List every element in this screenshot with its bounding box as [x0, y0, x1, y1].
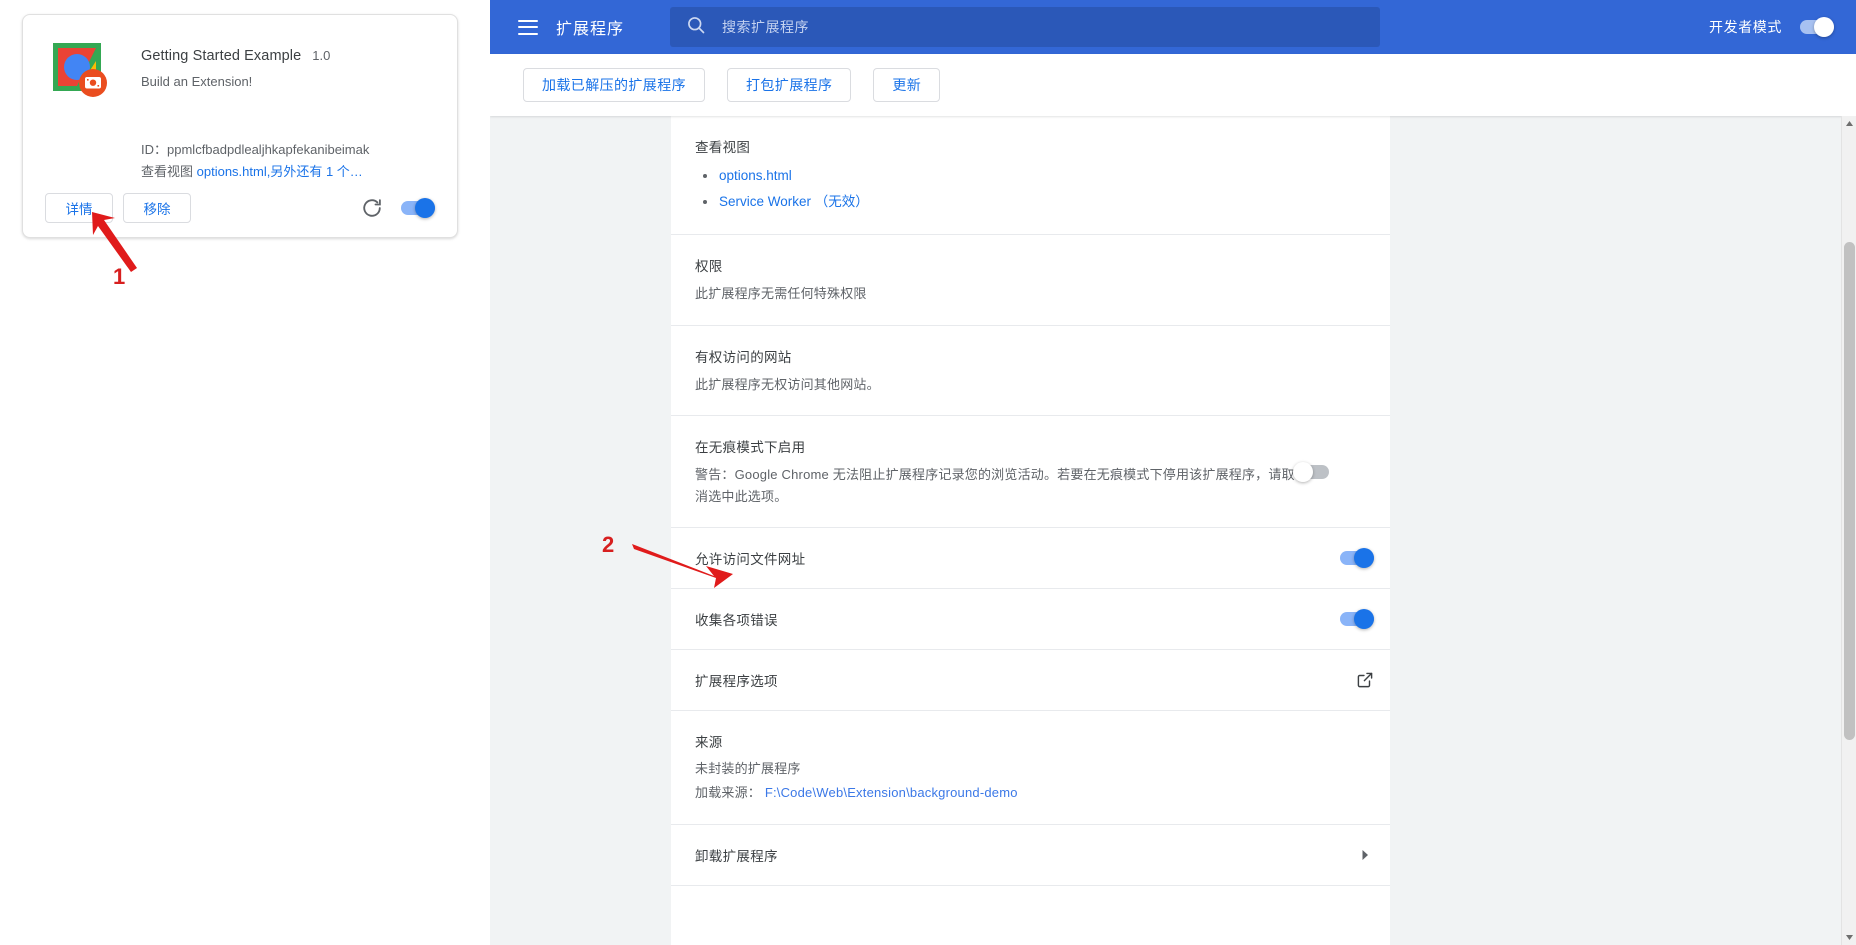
extension-id-label: ID： — [141, 142, 168, 157]
view-item-suffix: （无效） — [814, 193, 869, 209]
uninstall-title: 卸载扩展程序 — [695, 848, 778, 864]
row-file-urls: 允许访问文件网址 — [671, 528, 1390, 590]
extension-views-label: 查看视图 — [141, 164, 194, 179]
extension-version: 1.0 — [312, 48, 331, 63]
view-item-label: options.html — [719, 168, 792, 183]
source-path-value: F:\Code\Web\Extension\background-demo — [764, 785, 1018, 801]
incognito-toggle[interactable] — [1293, 461, 1329, 482]
extension-detail-card: 查看视图 options.html Service Worker （无效） 权限 — [671, 116, 1390, 945]
row-views: 查看视图 options.html Service Worker （无效） — [671, 116, 1390, 236]
collect-errors-textcol: 收集各项错误 — [695, 609, 1340, 629]
views-textcol: 查看视图 options.html Service Worker （无效） — [695, 136, 1366, 214]
view-item-service-worker[interactable]: Service Worker （无效） — [695, 189, 1366, 215]
extension-title-row: Getting Started Example 1.0 — [141, 48, 330, 64]
toggle-knob — [1293, 461, 1313, 482]
extension-card: Getting Started Example 1.0 Build an Ext… — [22, 14, 458, 238]
site-access-text: 此扩展程序无权访问其他网站。 — [695, 376, 880, 392]
extensions-page: 扩展程序 开发者模式 加载已解压的扩展程序 打包扩展程序 更新 — [490, 0, 1856, 945]
source-path-line: 加载来源： F:\Code\Web\Extension\background-d… — [695, 782, 1366, 803]
toggle-knob — [1814, 17, 1834, 37]
row-extension-options[interactable]: 扩展程序选项 — [671, 650, 1390, 712]
pack-extension-button[interactable]: 打包扩展程序 — [727, 68, 852, 102]
left-screenshot-pane: Getting Started Example 1.0 Build an Ext… — [0, 0, 490, 945]
views-list: options.html Service Worker （无效） — [695, 163, 1366, 214]
incognito-textcol: 在无痕模式下启用 警告：Google Chrome 无法阻止扩展程序记录您的浏览… — [695, 436, 1295, 507]
reload-icon[interactable] — [361, 197, 383, 219]
permissions-textcol: 权限 此扩展程序无需任何特殊权限 — [695, 255, 1366, 304]
extension-id-value: ppmlcfbadpdlealjhkapfekanibeimak — [167, 142, 370, 157]
uninstall-textcol: 卸载扩展程序 — [695, 845, 1358, 865]
annotation-arrow-1 — [92, 212, 137, 272]
extension-options-textcol: 扩展程序选项 — [695, 670, 1356, 690]
incognito-title: 在无痕模式下启用 — [695, 440, 806, 456]
update-button[interactable]: 更新 — [873, 68, 941, 102]
collect-errors-title: 收集各项错误 — [695, 613, 778, 629]
row-uninstall[interactable]: 卸载扩展程序 — [671, 825, 1390, 886]
view-item-options[interactable]: options.html — [695, 163, 1366, 189]
permissions-text: 此扩展程序无需任何特殊权限 — [695, 286, 867, 302]
views-title: 查看视图 — [695, 140, 751, 155]
vertical-scrollbar[interactable] — [1841, 116, 1856, 945]
row-source: 来源 未封装的扩展程序 加载来源： F:\Code\Web\Extension\… — [671, 711, 1390, 825]
file-urls-textcol: 允许访问文件网址 — [695, 548, 1340, 568]
scrollbar-up-arrow[interactable] — [1842, 116, 1856, 131]
source-title: 来源 — [695, 735, 723, 751]
extension-views-link[interactable]: options.html,另外还有 1 个… — [197, 164, 363, 179]
hamburger-bar — [518, 19, 538, 22]
load-unpacked-button[interactable]: 加载已解压的扩展程序 — [523, 68, 705, 102]
source-type: 未封装的扩展程序 — [695, 761, 801, 777]
developer-mode-label: 开发者模式 — [1709, 19, 1782, 35]
page-title: 扩展程序 — [556, 21, 625, 38]
collect-errors-toggle[interactable] — [1340, 609, 1374, 630]
developer-mode-control: 开发者模式 — [1709, 0, 1834, 54]
scrollbar-down-arrow[interactable] — [1842, 930, 1856, 945]
annotation-number-2: 2 — [602, 532, 615, 557]
extension-name: Getting Started Example — [141, 48, 302, 64]
row-collect-errors: 收集各项错误 — [671, 589, 1390, 651]
extension-views-line: 查看视图 options.html,另外还有 1 个… — [141, 161, 363, 180]
site-access-textcol: 有权访问的网站 此扩展程序无权访问其他网站。 — [695, 346, 1366, 395]
developer-mode-toggle[interactable] — [1800, 17, 1834, 37]
extension-icon — [49, 39, 111, 101]
search-icon — [686, 15, 706, 40]
file-urls-toggle[interactable] — [1340, 548, 1374, 569]
hamburger-bar — [518, 32, 538, 35]
incognito-warning-text: 警告：Google Chrome 无法阻止扩展程序记录您的浏览活动。若要在无痕模… — [695, 467, 1295, 504]
action-toolbar: 加载已解压的扩展程序 打包扩展程序 更新 — [490, 54, 1856, 116]
row-site-access: 有权访问的网站 此扩展程序无权访问其他网站。 — [671, 326, 1390, 417]
toggle-knob — [415, 198, 435, 218]
row-permissions: 权限 此扩展程序无需任何特殊权限 — [671, 235, 1390, 326]
toggle-knob — [1354, 548, 1374, 569]
hamburger-bar — [518, 26, 538, 28]
hamburger-icon[interactable] — [518, 19, 538, 35]
extension-enabled-toggle[interactable] — [401, 198, 435, 218]
search-input[interactable] — [722, 19, 1380, 35]
file-urls-title: 允许访问文件网址 — [695, 552, 806, 568]
annotation-arrow-2 — [632, 544, 733, 588]
scrollbar-thumb[interactable] — [1844, 242, 1855, 740]
external-link-icon[interactable] — [1356, 671, 1374, 689]
source-textcol: 来源 未封装的扩展程序 加载来源： F:\Code\Web\Extension\… — [695, 731, 1366, 804]
row-incognito: 在无痕模式下启用 警告：Google Chrome 无法阻止扩展程序记录您的浏览… — [671, 416, 1390, 529]
extension-description: Build an Extension! — [141, 74, 253, 89]
extension-id-line: ID：ppmlcfbadpdlealjhkapfekanibeimak — [141, 139, 369, 158]
chevron-right-icon — [1358, 848, 1372, 862]
search-box[interactable] — [670, 7, 1380, 47]
permissions-title: 权限 — [695, 259, 723, 275]
source-load-label: 加载来源： — [695, 785, 762, 801]
toggle-knob — [1354, 609, 1374, 630]
view-item-label: Service Worker — [719, 193, 812, 209]
page-header: 扩展程序 开发者模式 — [490, 0, 1856, 54]
content-scroll-area: 查看视图 options.html Service Worker （无效） 权限 — [490, 116, 1856, 945]
site-access-title: 有权访问的网站 — [695, 349, 792, 365]
extension-options-title: 扩展程序选项 — [695, 674, 778, 690]
